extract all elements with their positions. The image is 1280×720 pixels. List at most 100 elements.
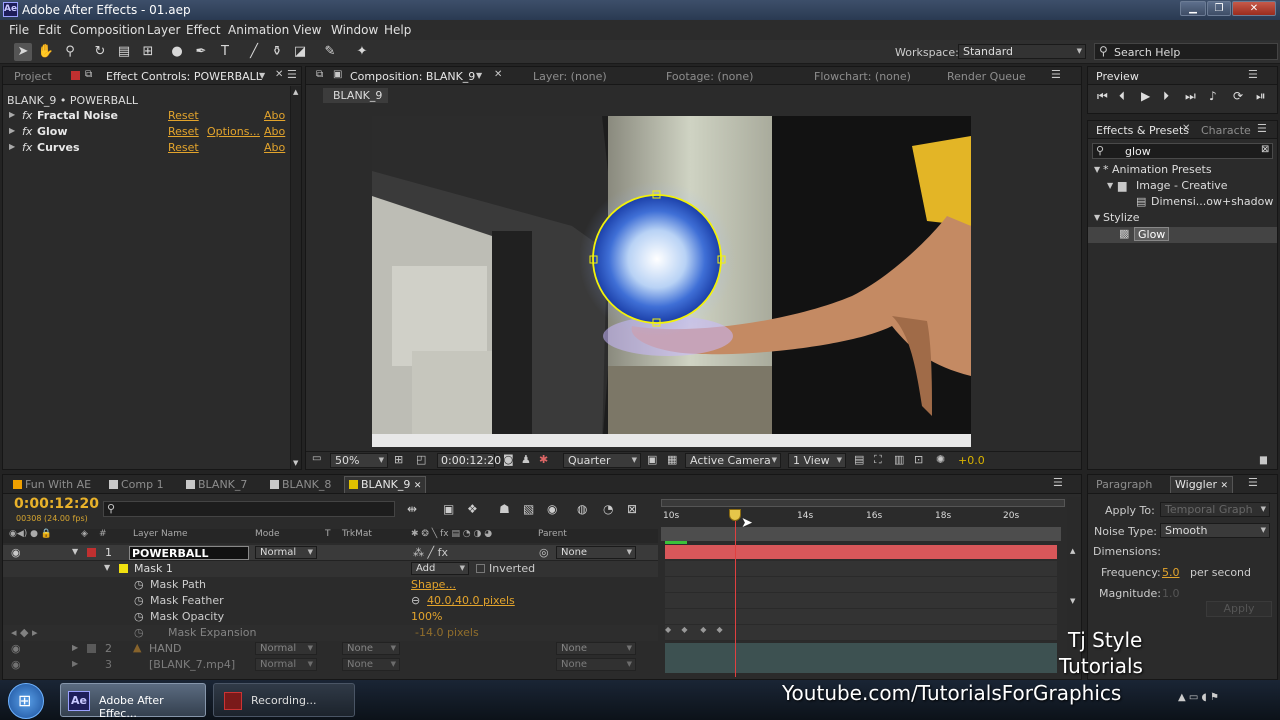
reset-exposure-icon[interactable]: ✺ [936,453,945,466]
expand-triangle-icon[interactable]: ▼ [72,547,78,556]
tree-item-selected[interactable]: ▩ Glow [1088,227,1277,243]
frame-blending-icon[interactable]: ▧ [523,502,534,516]
timeline-search-field[interactable]: ⚲ [103,501,395,517]
tab-effects-presets[interactable]: Effects & Presets [1096,124,1189,137]
tab-layer[interactable]: Layer: (none) [533,70,607,83]
brush-tool-icon[interactable]: ╱ [245,43,263,61]
tab-project[interactable]: Project [14,70,52,83]
options-link[interactable]: Options... [207,125,260,138]
view-layout-dropdown[interactable]: 1 View [788,453,846,468]
mask-mode-dropdown[interactable]: Add [411,562,469,575]
column-mode[interactable]: Mode [255,529,280,539]
reset-link[interactable]: Reset [168,125,199,138]
transparency-grid-icon[interactable]: ▦ [667,453,677,466]
zoom-tool-icon[interactable]: ⚲ [61,43,79,61]
expand-triangle-icon[interactable]: ▼ [104,563,110,572]
search-help-field[interactable]: ⚲ Search Help [1094,43,1278,60]
keyframe-nav-icon[interactable]: ◂ ◆ ▸ [11,626,38,639]
pen-tool-icon[interactable]: ✒ [192,43,210,61]
panel-menu-icon[interactable]: ☰ [1257,122,1267,135]
puppet-pin-tool-icon[interactable]: ✦ [353,43,371,61]
comp-breadcrumb[interactable]: BLANK_9 [323,88,388,103]
live-update-icon[interactable]: ▣ [443,502,454,516]
selection-tool-icon[interactable]: ➤ [14,43,32,61]
column-t[interactable]: T [325,529,331,539]
property-value[interactable]: -14.0 pixels [415,626,479,639]
tree-item[interactable]: ▤ Dimensi...ow+shadow [1088,195,1277,211]
menu-composition[interactable]: Composition [70,23,145,37]
mask-color-swatch[interactable] [119,564,128,573]
workspace-dropdown[interactable]: Standard [958,44,1086,59]
eye-icon[interactable]: ◉ [11,642,21,655]
tree-item[interactable]: ▼ Stylize [1088,211,1277,227]
layer-label-swatch[interactable] [87,548,96,557]
tree-item[interactable]: ▼ * Animation Presets [1088,163,1277,179]
minimize-button[interactable]: ▁ [1180,1,1206,16]
effects-search-field[interactable]: ⚲ glow ⊠ [1092,143,1273,159]
panel-menu-icon[interactable]: ☰ [1051,68,1061,81]
mask-property-row[interactable]: ◷ Mask Path Shape... [3,577,658,593]
scroll-down-icon[interactable]: ▼ [293,459,298,467]
tab-render-queue[interactable]: Render Queue [947,70,1026,83]
stopwatch-icon[interactable]: ◷ [134,610,144,623]
layer-row[interactable]: ◉ ▶ 3 [BLANK_7.mp4] Normal None None [3,657,658,673]
stopwatch-icon[interactable]: ◷ [134,626,144,639]
hand-tool-icon[interactable]: ✋ [37,43,55,61]
clone-stamp-tool-icon[interactable]: ⚱ [268,43,286,61]
trkmat-dropdown[interactable]: None [342,642,400,655]
property-value[interactable]: Shape... [411,578,456,591]
parent-dropdown[interactable]: None [556,546,636,559]
blend-mode-dropdown[interactable]: Normal [255,546,317,559]
ram-preview-icon[interactable]: ⏯ [1256,89,1266,104]
pan-behind-tool-icon[interactable]: ⊞ [139,43,157,61]
first-frame-icon[interactable]: ⏮ [1097,89,1108,104]
mask-row[interactable]: ▼ Mask 1 Add Inverted [3,561,658,577]
vertical-scrollbar[interactable]: ▲ ▼ [290,86,301,469]
close-icon[interactable]: ✕ [494,69,502,80]
noise-type-dropdown[interactable]: Smooth [1160,523,1270,538]
taskbar-item[interactable]: Ae Adobe After Effec... [60,683,206,720]
tab-comp-active[interactable]: BLANK_9 ✕ [344,476,427,493]
tab-preview[interactable]: Preview [1096,70,1139,83]
layer-name-field[interactable]: POWERBALL [129,546,249,560]
type-tool-icon[interactable]: T [216,43,234,61]
snapshot-icon[interactable]: ◙ [503,453,514,466]
panel-menu-icon[interactable]: ☰ [1248,68,1258,81]
time-ruler[interactable]: 10s 14s 16s 18s 20s [661,511,1065,525]
motion-blur-icon[interactable]: ◉ [547,502,557,516]
menu-window[interactable]: Window [331,23,378,37]
chevron-down-icon[interactable]: ▼ [476,71,482,80]
tab-footage[interactable]: Footage: (none) [666,70,753,83]
composition-viewer[interactable] [372,116,971,447]
mask-name[interactable]: Mask 1 [134,562,173,575]
tab-paragraph[interactable]: Paragraph [1096,478,1152,491]
close-icon[interactable]: ✕ [275,69,283,80]
loop-icon[interactable]: ⟳ [1233,89,1243,103]
layer-name[interactable]: [BLANK_7.mp4] [149,658,235,671]
reset-link[interactable]: Reset [168,109,199,122]
auto-keyframe-icon[interactable]: ⊠ [627,502,637,516]
eye-icon[interactable]: ◉ [11,546,21,559]
flowchart-icon[interactable]: ⊡ [914,453,923,466]
stopwatch-icon[interactable]: ◷ [134,594,144,607]
toggle-pixel-aspect-icon[interactable]: ▤ [854,453,864,466]
channel-icon[interactable]: ✱ [539,453,548,466]
menu-edit[interactable]: Edit [38,23,61,37]
menu-file[interactable]: File [9,23,29,37]
property-value[interactable]: 100% [411,610,442,623]
mask-property-row[interactable]: ◷ Mask Feather ⊖ 40.0,40.0 pixels [3,593,658,609]
show-snapshot-icon[interactable]: ♟ [521,453,531,466]
draft-3d-icon[interactable]: ❖ [467,502,478,516]
layer-row[interactable]: ◉ ▼ 1 POWERBALL Normal ⁂ ╱ fx ◎ None [3,545,658,561]
scroll-down-icon[interactable]: ▼ [1070,597,1075,605]
timeline-icon[interactable]: ▥ [894,453,904,466]
comp-mini-flowchart-icon[interactable]: ⇹ [407,502,417,516]
fx-icon[interactable]: fx [22,125,32,138]
panel-menu-icon[interactable]: ☰ [1248,476,1258,489]
hide-shy-layers-icon[interactable]: ☗ [499,502,510,516]
safe-zones-icon[interactable]: ⊞ [394,453,403,466]
close-button[interactable]: ✕ [1232,1,1276,16]
layer-name[interactable]: HAND [149,642,182,655]
column-trkmat[interactable]: TrkMat [342,529,372,539]
next-frame-icon[interactable]: ⏵ [1163,89,1169,104]
